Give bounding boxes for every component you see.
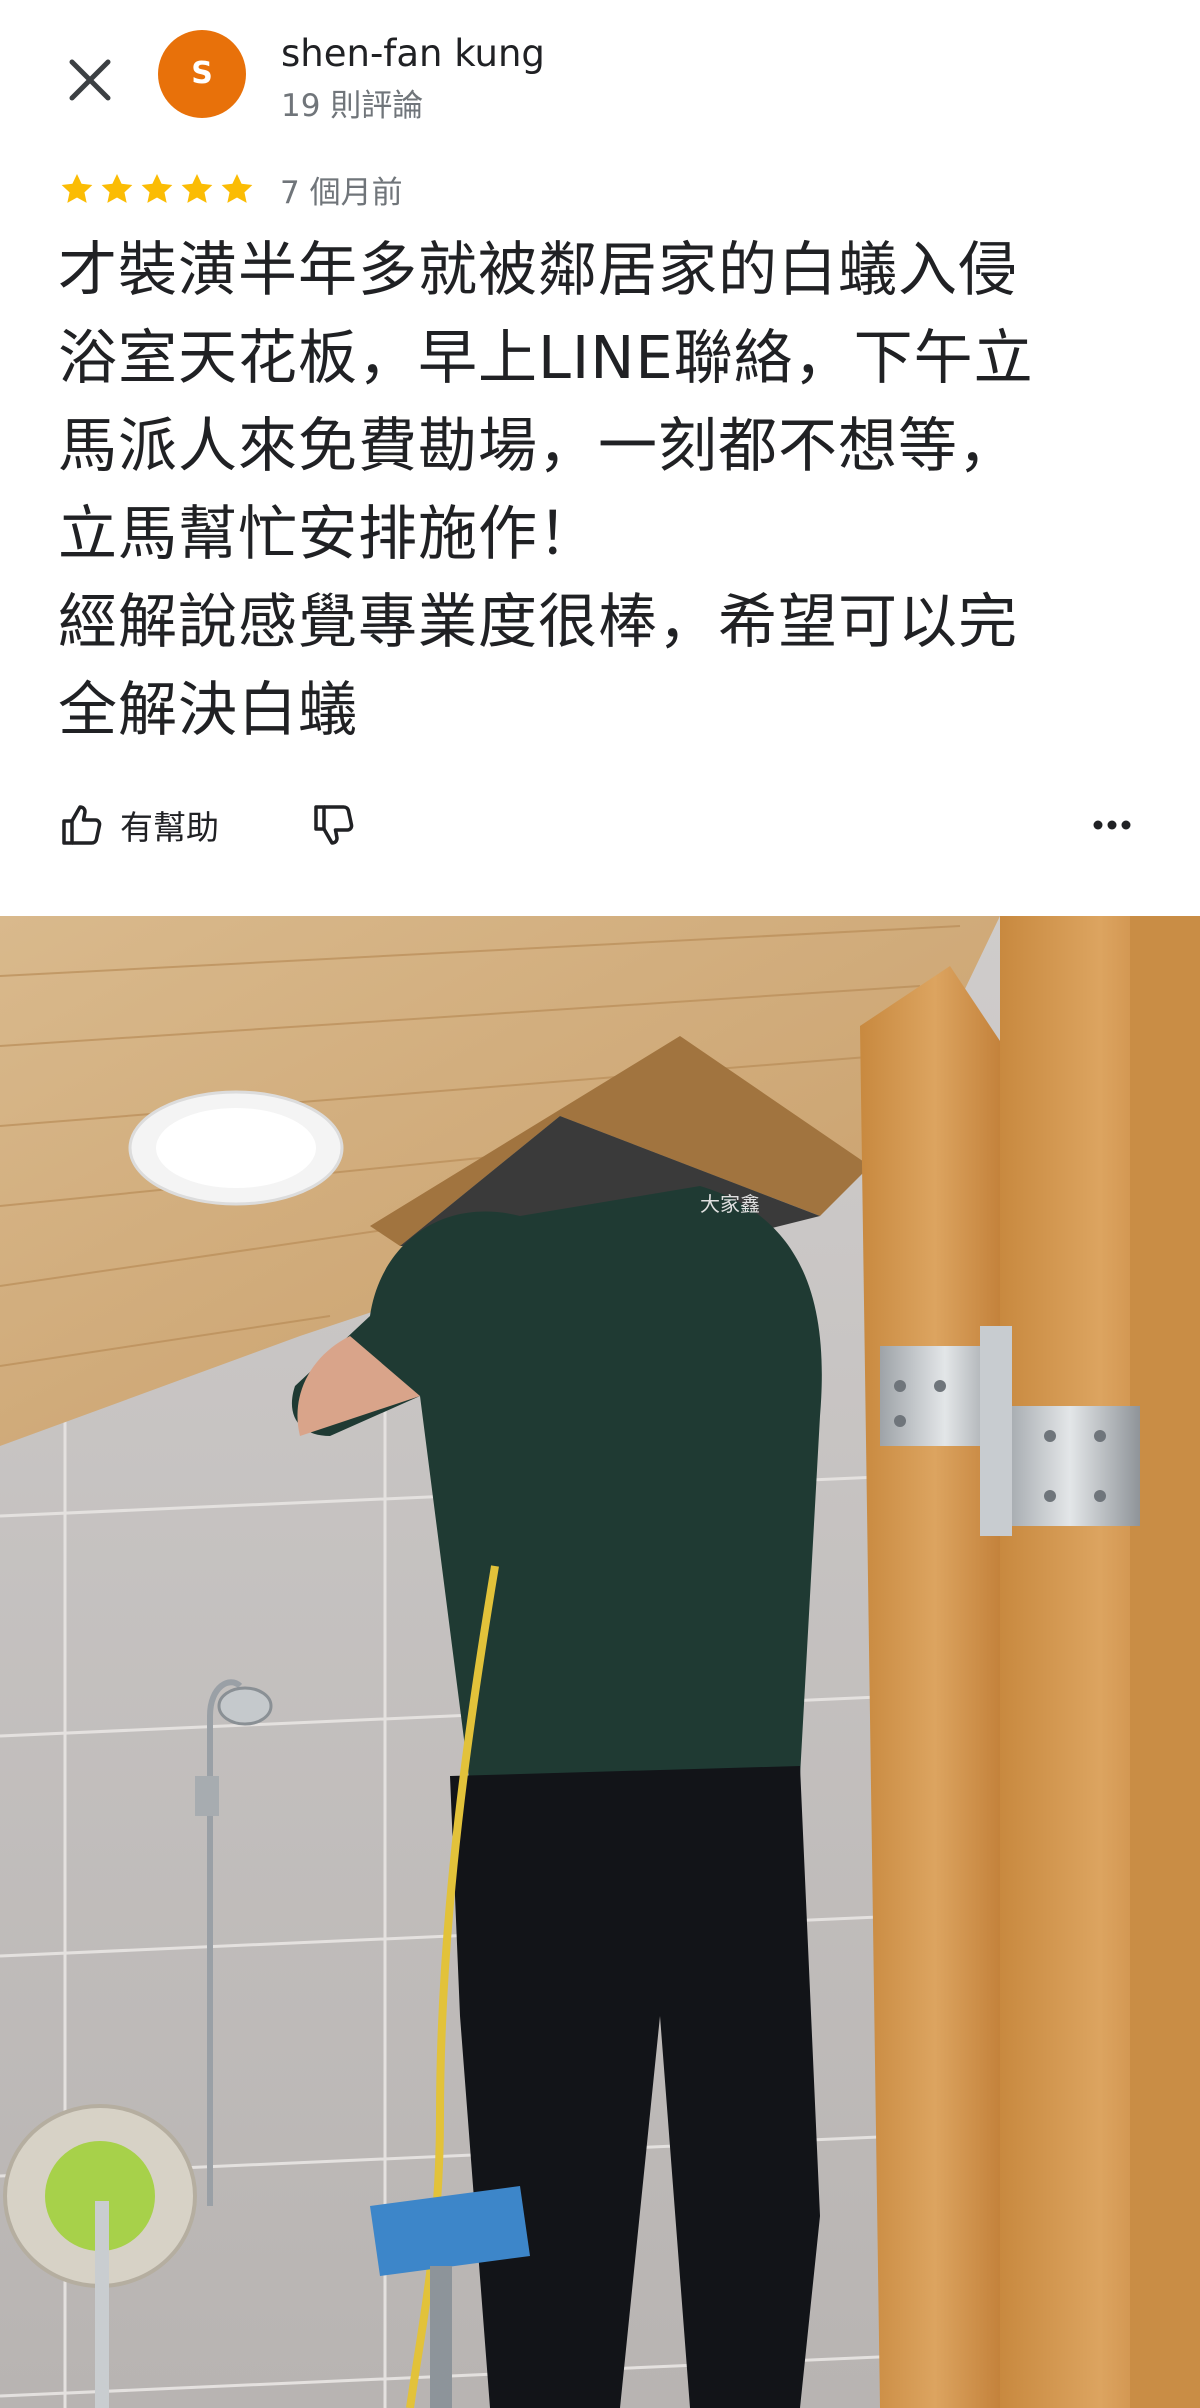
star-icon [181,173,213,203]
review-actions: 有幫助 [58,795,1142,855]
review-header: S shen-fan kung 19 則評論 [0,0,1200,160]
author-name[interactable]: shen-fan kung [281,32,545,75]
review-photo[interactable]: 大家鑫 [0,916,1200,2408]
star-rating [58,170,256,208]
star-icon [61,173,93,203]
review-photo-image: 大家鑫 [0,916,1200,2408]
more-horiz-icon [1093,820,1131,830]
helpful-button[interactable]: 有幫助 [58,795,219,855]
thumb-up-icon [62,805,102,845]
star-icon [221,173,253,203]
rating-row: 7 個月前 [58,168,403,211]
close-button[interactable] [58,48,122,112]
not-helpful-button[interactable] [310,795,370,855]
star-icon [141,173,173,203]
star-icon [101,173,133,203]
more-options-button[interactable] [1082,795,1142,855]
thumb-down-icon [314,805,354,845]
shirt-logo-text: 大家鑫 [700,1192,760,1216]
review-text: 才裝潢半年多就被鄰居家的白蟻入侵 浴室天花板，早上LINE聯絡，下午立 馬派人來… [58,235,1034,744]
close-icon [69,59,111,101]
review-time: 7 個月前 [280,174,403,211]
avatar[interactable]: S [158,30,246,118]
helpful-label: 有幫助 [120,808,219,847]
author-review-count: 19 則評論 [281,88,424,124]
